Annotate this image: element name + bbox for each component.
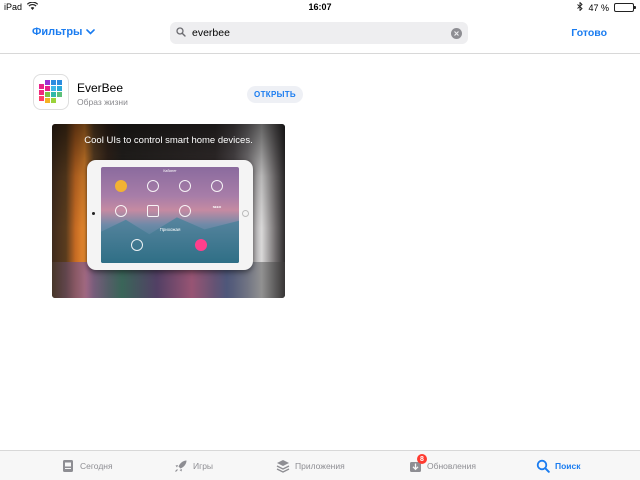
search-input[interactable]	[192, 27, 451, 39]
screen-title: Кабинет	[163, 169, 177, 173]
app-screenshot[interactable]: Cool UIs to control smart home devices. …	[52, 124, 285, 298]
tab-label: Поиск	[555, 461, 581, 471]
bulb-icon	[131, 239, 143, 251]
bulb-icon	[179, 180, 191, 192]
search-icon	[536, 459, 550, 473]
tablet-camera	[92, 212, 95, 215]
tab-label: Обновления	[427, 461, 476, 471]
status-time: 16:07	[308, 2, 332, 12]
bulb-icon	[115, 180, 127, 192]
tab-bar: Сегодня Игры Приложения 8 Обновления Пои…	[0, 450, 640, 480]
done-button[interactable]: Готово	[571, 27, 607, 39]
screen-room-label: Прихожая	[159, 227, 181, 232]
tab-apps[interactable]: Приложения	[276, 459, 345, 473]
tab-label: Игры	[193, 461, 214, 471]
filters-label: Фильтры	[32, 26, 83, 38]
filters-button[interactable]: Фильтры	[32, 26, 96, 38]
apps-stack-icon	[276, 459, 290, 473]
games-rocket-icon	[174, 459, 188, 473]
tablet-home-button	[242, 210, 249, 217]
status-bar: iPad 16:07 47 %	[0, 0, 640, 14]
tab-label: Приложения	[295, 461, 345, 471]
battery-percent: 47 %	[588, 2, 609, 13]
today-icon	[61, 459, 75, 473]
updates-badge: 8	[417, 454, 427, 464]
neeo-logo: NEEO	[212, 205, 222, 209]
bulb-icon	[115, 205, 127, 217]
tab-label: Сегодня	[80, 461, 113, 471]
search-icon	[176, 24, 186, 42]
screen-mountains	[101, 217, 239, 263]
chevron-down-icon	[86, 26, 96, 38]
grid-icon	[147, 205, 159, 217]
tab-search[interactable]: Поиск	[536, 459, 581, 473]
search-bar[interactable]	[170, 22, 468, 44]
tab-today[interactable]: Сегодня	[61, 459, 113, 473]
screenshot-caption: Cool UIs to control smart home devices.	[84, 135, 253, 146]
tablet-screen: Кабинет NEEO Прихожая	[101, 167, 239, 263]
app-name[interactable]: EverBee	[77, 81, 123, 95]
clear-search-icon[interactable]	[451, 27, 462, 39]
tablet-mockup: Кабинет NEEO Прихожая	[87, 160, 253, 270]
bulb-icon	[147, 180, 159, 192]
bluetooth-icon	[577, 1, 584, 13]
everbee-logo-icon	[39, 80, 62, 103]
open-button[interactable]: ОТКРЫТЬ	[247, 86, 303, 103]
dimmer-icon	[179, 205, 191, 217]
nav-bar: Фильтры Готово	[0, 14, 640, 54]
tab-games[interactable]: Игры	[174, 459, 213, 473]
updates-icon: 8	[408, 454, 427, 473]
battery-icon	[614, 3, 636, 12]
app-icon[interactable]	[33, 74, 69, 110]
tab-updates[interactable]: 8 Обновления	[408, 454, 476, 473]
bulb-icon	[211, 180, 223, 192]
app-category: Образ жизни	[77, 97, 128, 107]
bulb-icon	[195, 239, 207, 251]
status-right: 47 %	[577, 1, 636, 13]
